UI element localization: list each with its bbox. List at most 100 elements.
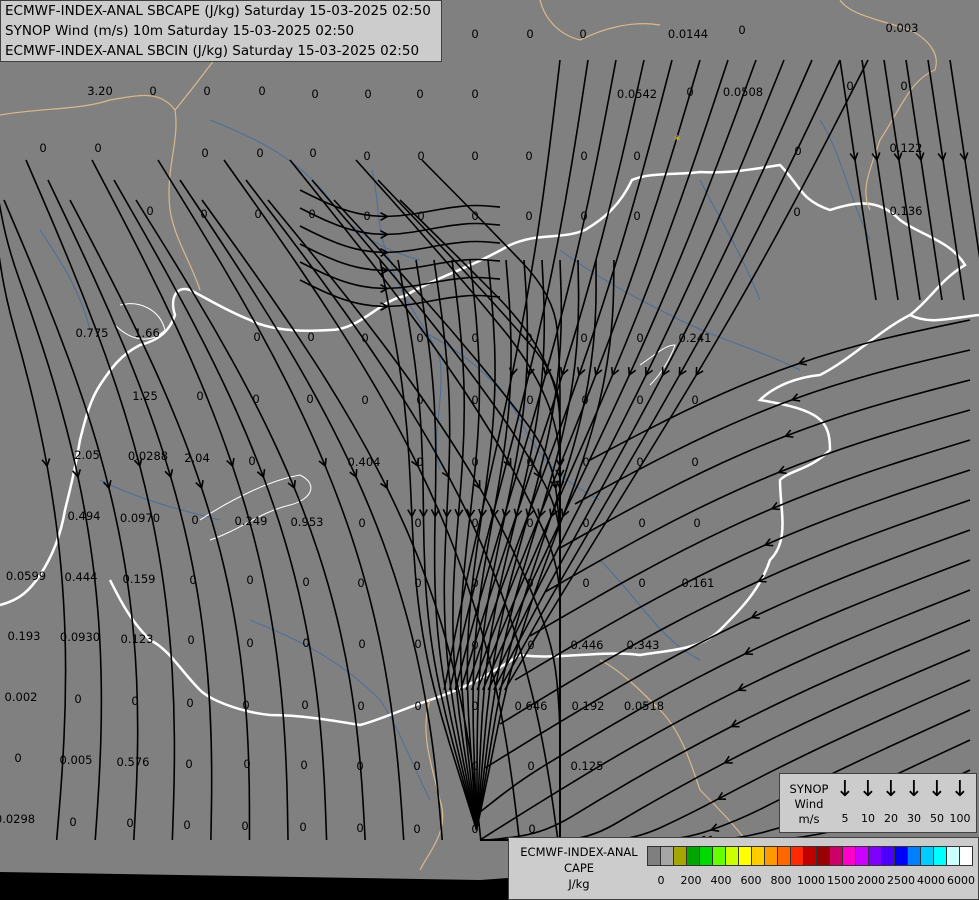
cape-value-label: 0: [39, 141, 46, 155]
cape-value-label: 0.646: [515, 699, 548, 713]
cape-value-label: 0: [633, 209, 640, 223]
cape-value-label: 0.0288: [128, 449, 168, 463]
cape-value-label: 2.05: [74, 448, 100, 462]
cape-value-label: 0: [253, 330, 260, 344]
cape-value-label: 0: [417, 209, 424, 223]
cape-value-label: 0: [131, 694, 138, 708]
cape-value-label: 0: [414, 576, 421, 590]
cape-value-label: 0: [309, 146, 316, 160]
cape-value-label: 0: [900, 79, 907, 93]
cape-value-label: 0: [686, 85, 693, 99]
cape-color-swatch: [946, 846, 960, 866]
cape-value-label: 0: [636, 393, 643, 407]
cape-value-label: 0: [691, 393, 698, 407]
cape-color-swatch: [842, 846, 856, 866]
cape-value-label: 0: [794, 144, 801, 158]
cape-value-label: 0.122: [890, 141, 923, 155]
svg-text:*: *: [674, 134, 681, 149]
synop-legend-label-wind: Wind: [794, 797, 824, 811]
synop-wind-arrow-icon: ↓: [904, 777, 924, 802]
cape-value-label: 0: [793, 205, 800, 219]
cape-value-label: 0.002: [5, 690, 38, 704]
cape-value-label: 0: [471, 27, 478, 41]
cape-value-label: 0: [149, 84, 156, 98]
cape-value-label: 0: [363, 209, 370, 223]
cape-value-label: 0: [69, 815, 76, 829]
cape-value-label: 0: [471, 87, 478, 101]
cape-color-swatch: [764, 846, 778, 866]
cape-value-label: 0: [636, 331, 643, 345]
title-line-cape: ECMWF-INDEX-ANAL SBCAPE (J/kg) Saturday …: [5, 3, 431, 19]
cape-color-swatch: [673, 846, 687, 866]
cape-value-label: 0.0508: [723, 85, 763, 99]
cape-value-label: 0: [638, 516, 645, 530]
cape-value-label: 0: [416, 87, 423, 101]
cape-value-label: 0: [638, 576, 645, 590]
weather-map[interactable]: 0 0 0 0 0 0 0 0.0144 0 0.003 3.20 0 0 0 0 0 0 0 0.0542 0 0.0…: [0, 0, 979, 900]
cape-value-label: 0: [186, 696, 193, 710]
cape-value-label: 0.005: [60, 753, 93, 767]
cape-value-label: 0: [580, 331, 587, 345]
cape-color-swatch: [881, 846, 895, 866]
cape-color-swatch: [686, 846, 700, 866]
cape-value-label: 0: [471, 455, 478, 469]
cape-value-label: 0: [471, 699, 478, 713]
cape-color-swatch: [660, 846, 674, 866]
synop-speed-label: 10: [861, 812, 875, 825]
cape-value-label: 1.25: [132, 389, 158, 403]
cape-color-swatch: [855, 846, 869, 866]
cape-value-label: 0: [581, 393, 588, 407]
cape-value-label: 0.0542: [617, 87, 657, 101]
cape-value-label: 0: [299, 820, 306, 834]
cape-tick-label: 6000: [947, 874, 975, 887]
synop-wind-arrow-icon: ↓: [835, 777, 855, 802]
cape-value-label: 0: [363, 149, 370, 163]
cape-value-label: 0: [302, 575, 309, 589]
cape-color-swatch: [803, 846, 817, 866]
cape-value-label: 0: [254, 207, 261, 221]
cape-value-label: 0: [527, 638, 534, 652]
cape-value-label: 0: [361, 331, 368, 345]
cape-value-label: 0.953: [291, 515, 324, 529]
cape-value-label: 0: [246, 636, 253, 650]
cape-color-swatch: [725, 846, 739, 866]
cape-value-label: 0: [414, 637, 421, 651]
cape-value-label: 0: [582, 576, 589, 590]
cape-value-label: 0: [311, 87, 318, 101]
synop-speed-label: 50: [930, 812, 944, 825]
cape-color-swatch: [933, 846, 947, 866]
station-marker[interactable]: *: [674, 134, 681, 149]
cape-value-label: 0: [691, 455, 698, 469]
cape-value-label: 0: [241, 819, 248, 833]
cape-color-swatch: [868, 846, 882, 866]
cape-color-swatch: [920, 846, 934, 866]
cape-value-label: 0: [301, 698, 308, 712]
synop-wind-arrow-icon: ↓: [950, 777, 970, 802]
cape-value-label: 0: [185, 757, 192, 771]
cape-legend-label-variable: CAPE: [563, 861, 595, 875]
cape-value-label: 0: [525, 209, 532, 223]
cape-value-label: 0: [471, 759, 478, 773]
cape-value-label: 0: [526, 27, 533, 41]
cape-value-label: 0.775: [76, 326, 109, 340]
cape-value-label: 0: [582, 516, 589, 530]
cape-value-label: 0: [413, 822, 420, 836]
cape-legend-label: ECMWF-INDEX-ANAL CAPE J/kg: [511, 844, 647, 892]
synop-speed-label: 5: [841, 812, 849, 825]
cape-value-label: 0: [358, 516, 365, 530]
cape-value-label: 0: [471, 576, 478, 590]
cape-value-label: 0: [357, 699, 364, 713]
cape-value-label: 0: [246, 573, 253, 587]
cape-value-label: 0: [633, 149, 640, 163]
cape-color-legend: ECMWF-INDEX-ANAL CAPE J/kg 0 200 400 600 800…: [508, 837, 979, 900]
cape-value-label: 0.444: [65, 570, 98, 584]
cape-value-label: 0: [183, 818, 190, 832]
synop-wind-arrow-icon: ↓: [881, 777, 901, 802]
cape-value-label: 0.003: [886, 21, 919, 35]
cape-value-label: 0: [361, 393, 368, 407]
cape-value-label: 0: [306, 392, 313, 406]
cape-value-label: 0.0298: [0, 812, 35, 826]
cape-value-label: 0: [358, 637, 365, 651]
title-line-cin: ECMWF-INDEX-ANAL SBCIN (J/kg) Saturday 1…: [5, 43, 420, 59]
cape-value-label: 0: [146, 204, 153, 218]
